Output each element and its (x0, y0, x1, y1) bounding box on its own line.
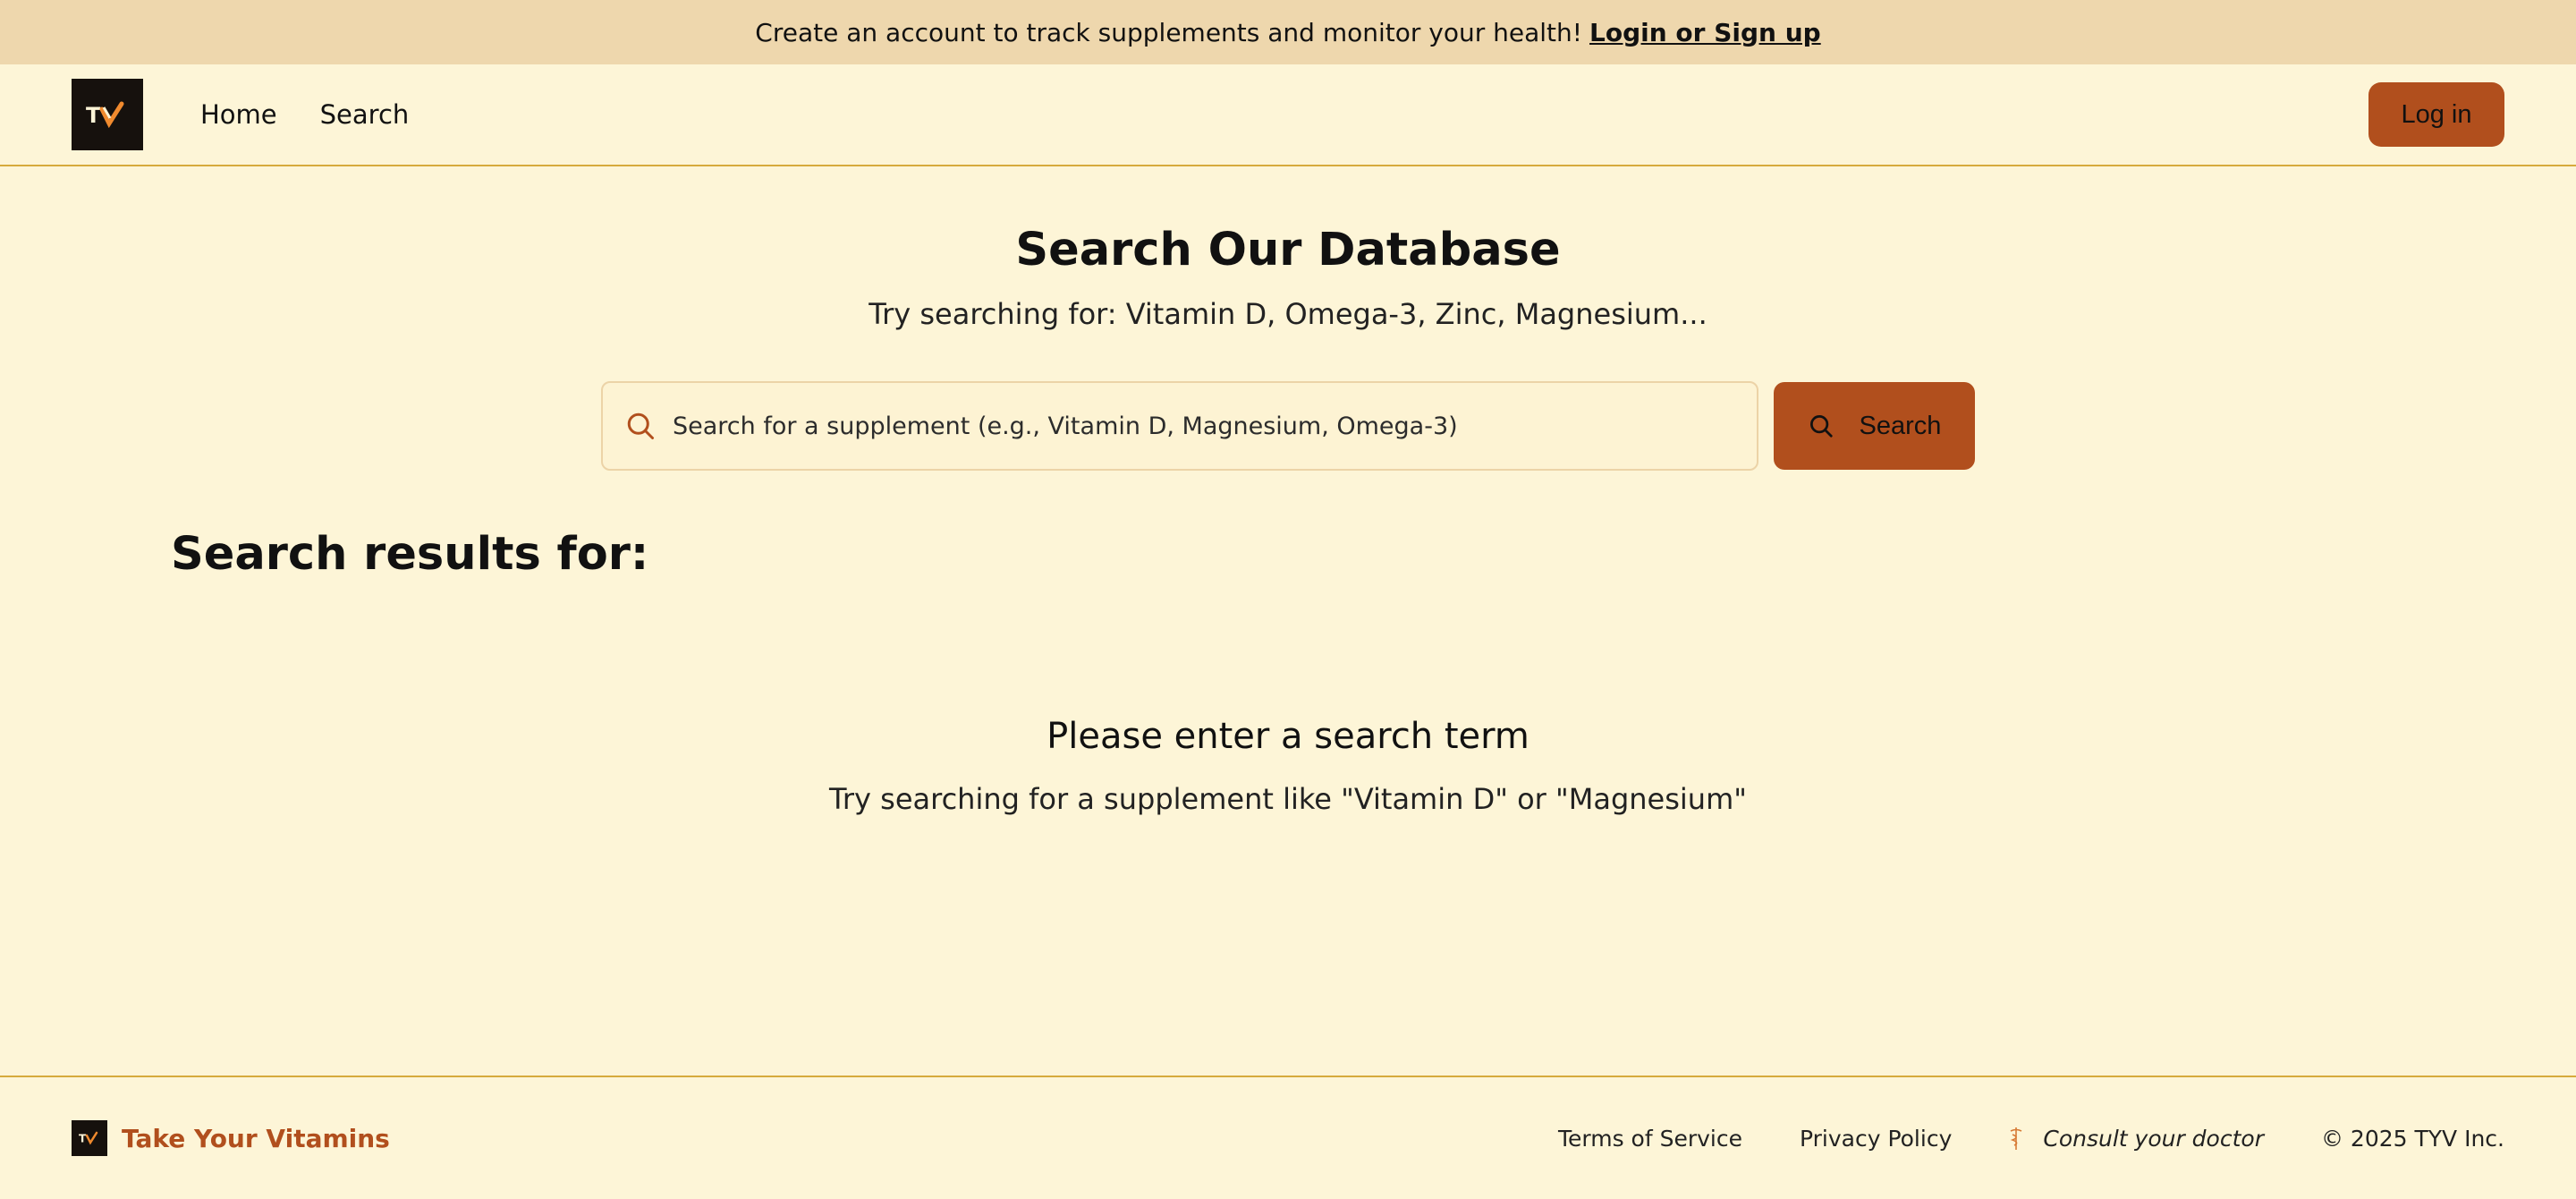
logo[interactable]: T (72, 79, 143, 150)
nav-home[interactable]: Home (200, 99, 277, 130)
svg-text:T: T (86, 103, 101, 128)
svg-text:T: T (79, 1133, 87, 1145)
login-signup-link[interactable]: Login or Sign up (1589, 18, 1821, 47)
tyv-logo-mark: T (79, 1131, 98, 1145)
search-box (601, 381, 1758, 471)
banner-text: Create an account to track supplements a… (755, 17, 1583, 47)
search-button-label: Search (1859, 411, 1942, 440)
results-heading: Search results for: (171, 528, 649, 581)
empty-state-text: Try searching for a supplement like "Vit… (829, 782, 1747, 816)
page-subtitle: Try searching for: Vitamin D, Omega-3, Z… (869, 297, 1707, 331)
terms-link[interactable]: Terms of Service (1558, 1126, 1742, 1152)
login-button[interactable]: Log in (2368, 82, 2504, 147)
copyright: © 2025 TYV Inc. (2320, 1125, 2504, 1152)
navbar: T Home Search Log in (0, 64, 2576, 166)
footer-brand[interactable]: Take Your Vitamins (122, 1124, 390, 1153)
promo-banner: Create an account to track supplements a… (0, 0, 2576, 64)
page-title: Search Our Database (1015, 224, 1561, 276)
footer-logo[interactable]: T (72, 1120, 107, 1156)
privacy-link[interactable]: Privacy Policy (1800, 1126, 1952, 1152)
search-input[interactable] (673, 412, 1701, 440)
tyv-logo-mark: T (86, 101, 124, 129)
nav-links: Home Search (200, 99, 452, 130)
consult-doctor: Consult your doctor (2009, 1126, 2264, 1152)
empty-state-title: Please enter a search term (1046, 716, 1530, 757)
footer-links: Terms of Service Privacy Policy Consult … (1501, 1126, 2504, 1152)
caduceus-icon (2011, 1127, 2022, 1150)
footer: T Take Your Vitamins Terms of Service Pr… (0, 1076, 2576, 1199)
consult-text: Consult your doctor (2043, 1125, 2264, 1152)
nav-search[interactable]: Search (320, 99, 410, 130)
search-button[interactable]: Search (1774, 382, 1975, 470)
search-icon (627, 412, 654, 439)
search-icon (1809, 415, 1833, 438)
